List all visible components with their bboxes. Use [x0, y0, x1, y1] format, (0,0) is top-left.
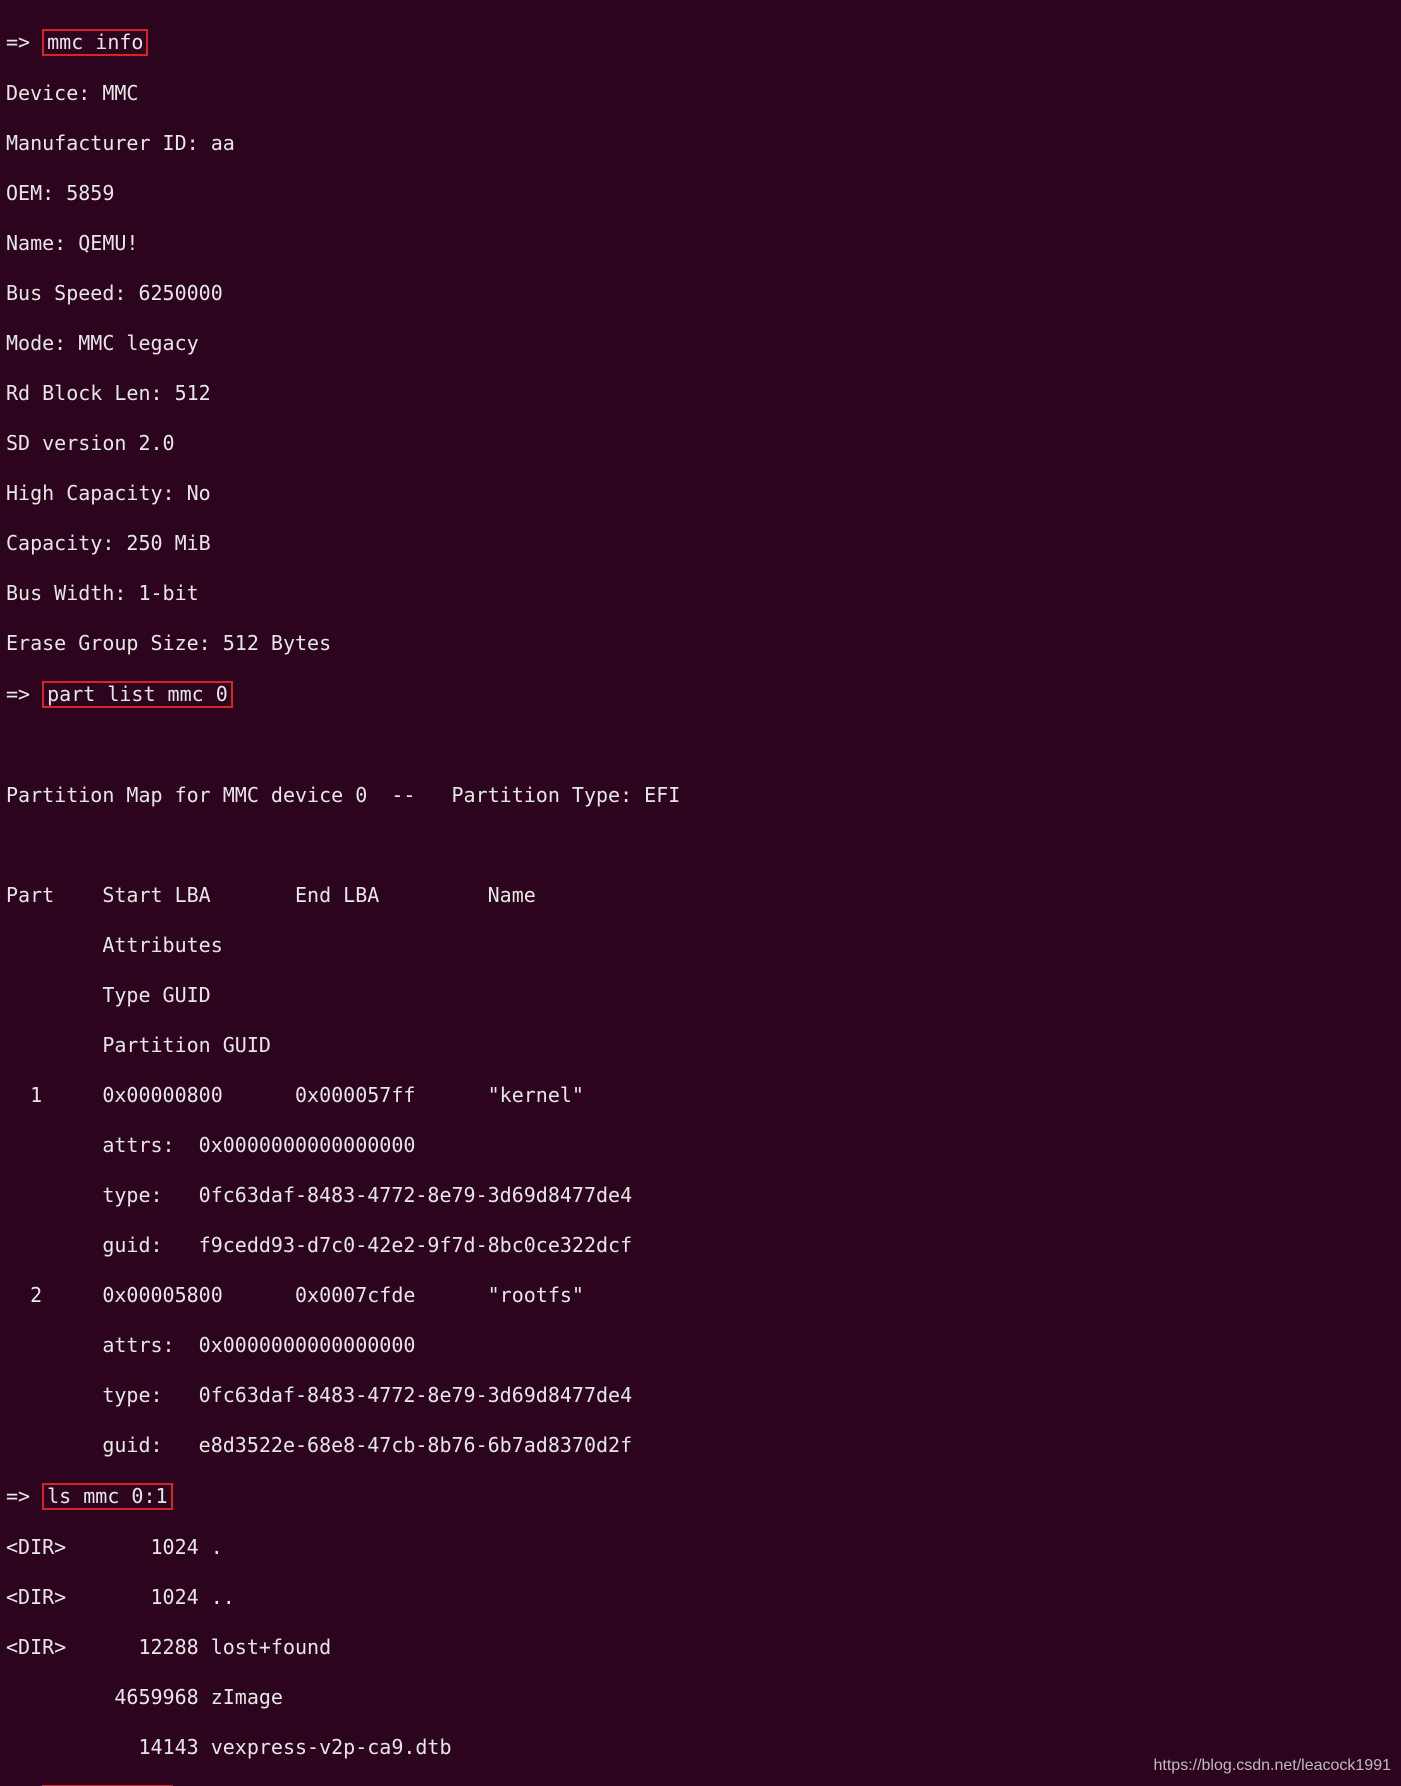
mmc-info-line: Manufacturer ID: aa	[6, 131, 1395, 156]
prompt-line-2: => part list mmc 0	[6, 681, 1395, 708]
prompt-symbol: =>	[6, 30, 30, 54]
partition-columns: Attributes	[6, 933, 1395, 958]
mmc-info-line: SD version 2.0	[6, 431, 1395, 456]
partition-row: guid: e8d3522e-68e8-47cb-8b76-6b7ad8370d…	[6, 1433, 1395, 1458]
mmc-info-line: Mode: MMC legacy	[6, 331, 1395, 356]
mmc-info-line: OEM: 5859	[6, 181, 1395, 206]
mmc-info-line: Bus Speed: 6250000	[6, 281, 1395, 306]
command-part-list: part list mmc 0	[42, 681, 233, 708]
partition-columns: Type GUID	[6, 983, 1395, 1008]
list-item: 4659968 zImage	[6, 1685, 1395, 1710]
blank-line	[6, 733, 1395, 758]
mmc-info-line: Device: MMC	[6, 81, 1395, 106]
partition-row: 1 0x00000800 0x000057ff "kernel"	[6, 1083, 1395, 1108]
prompt-line-1: => mmc info	[6, 29, 1395, 56]
watermark-text: https://blog.csdn.net/leacock1991	[1154, 1756, 1392, 1776]
partition-header: Partition Map for MMC device 0 -- Partit…	[6, 783, 1395, 808]
list-item: <DIR> 1024 .	[6, 1535, 1395, 1560]
command-mmc-info: mmc info	[42, 29, 148, 56]
partition-row: type: 0fc63daf-8483-4772-8e79-3d69d8477d…	[6, 1183, 1395, 1208]
terminal-output[interactable]: => mmc info Device: MMC Manufacturer ID:…	[0, 0, 1401, 1786]
list-item: <DIR> 12288 lost+found	[6, 1635, 1395, 1660]
partition-row: 2 0x00005800 0x0007cfde "rootfs"	[6, 1283, 1395, 1308]
blank-line	[6, 833, 1395, 858]
partition-row: guid: f9cedd93-d7c0-42e2-9f7d-8bc0ce322d…	[6, 1233, 1395, 1258]
mmc-info-line: Rd Block Len: 512	[6, 381, 1395, 406]
partition-columns: Part Start LBA End LBA Name	[6, 883, 1395, 908]
partition-row: type: 0fc63daf-8483-4772-8e79-3d69d8477d…	[6, 1383, 1395, 1408]
partition-row: attrs: 0x0000000000000000	[6, 1333, 1395, 1358]
partition-columns: Partition GUID	[6, 1033, 1395, 1058]
prompt-line-3: => ls mmc 0:1	[6, 1483, 1395, 1510]
mmc-info-line: High Capacity: No	[6, 481, 1395, 506]
prompt-symbol: =>	[6, 1484, 30, 1508]
mmc-info-line: Capacity: 250 MiB	[6, 531, 1395, 556]
mmc-info-line: Name: QEMU!	[6, 231, 1395, 256]
command-ls-01: ls mmc 0:1	[42, 1483, 172, 1510]
list-item: <DIR> 1024 ..	[6, 1585, 1395, 1610]
mmc-info-line: Erase Group Size: 512 Bytes	[6, 631, 1395, 656]
partition-row: attrs: 0x0000000000000000	[6, 1133, 1395, 1158]
mmc-info-line: Bus Width: 1-bit	[6, 581, 1395, 606]
prompt-symbol: =>	[6, 682, 30, 706]
